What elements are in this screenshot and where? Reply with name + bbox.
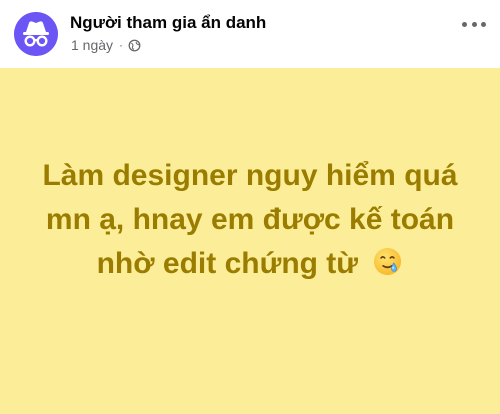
more-dot bbox=[481, 21, 486, 27]
post-header: Người tham gia ẩn danh 1 ngày · bbox=[0, 0, 500, 68]
more-horizontal-icon[interactable] bbox=[462, 14, 486, 34]
smiling-face-with-tear-icon bbox=[374, 247, 402, 276]
globe-icon[interactable] bbox=[128, 39, 141, 52]
status-text-block: Làm designer nguy hiểm quá mn ạ, hnay em… bbox=[40, 154, 460, 286]
anonymous-avatar[interactable] bbox=[14, 12, 58, 56]
author-name[interactable]: Người tham gia ẩn danh bbox=[70, 13, 266, 33]
post-time[interactable]: 1 ngày bbox=[71, 37, 113, 53]
meta-separator: · bbox=[119, 38, 124, 52]
more-dot bbox=[471, 21, 477, 27]
more-dot bbox=[462, 21, 467, 27]
anonymous-incognito-icon bbox=[14, 12, 58, 56]
status-background-card: Làm designer nguy hiểm quá mn ạ, hnay em… bbox=[0, 68, 500, 414]
post-meta: 1 ngày · bbox=[71, 37, 141, 53]
